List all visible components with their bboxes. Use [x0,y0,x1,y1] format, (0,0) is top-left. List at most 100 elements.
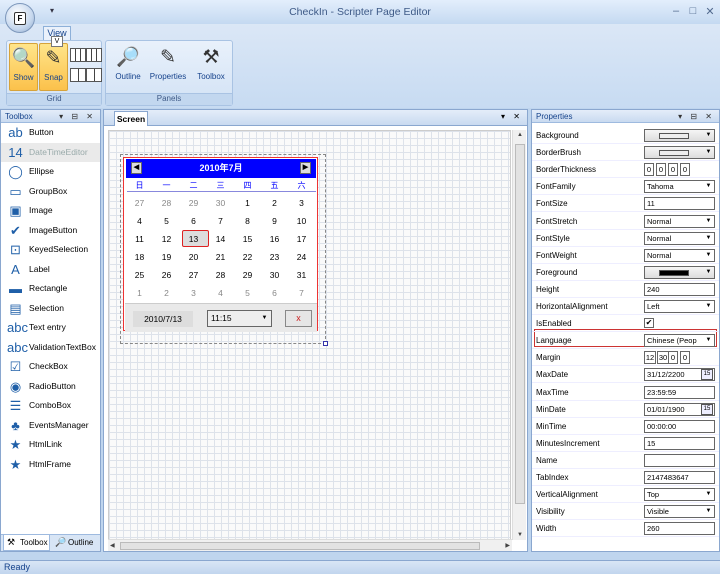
property-input[interactable]: 01/01/1900 15 [644,402,715,416]
toolbox-item-imagebutton[interactable]: ✔ ImageButton [1,221,100,241]
calendar-day[interactable]: 13 [180,230,207,248]
scroll-up-icon[interactable]: ▲ [517,132,523,138]
calendar-day[interactable]: 30 [261,266,288,284]
calendar-day[interactable]: 29 [180,194,207,212]
document-tab-controls[interactable]: ▾ ✕ [501,112,523,121]
property-combo[interactable]: Tahoma ▼ [644,180,715,194]
property-input[interactable]: 240 [644,282,715,296]
toolbox-item-radiobutton[interactable]: ◉ RadioButton [1,377,100,397]
calendar-day[interactable]: 11 [126,230,153,248]
property-input[interactable]: 15 [644,436,715,450]
calendar-day[interactable]: 6 [180,212,207,230]
toolbox-item-htmllink[interactable]: ★ HtmlLink [1,435,100,455]
property-input[interactable]: 00:00:00 [644,419,715,433]
calendar-day[interactable]: 14 [207,230,234,248]
thickness-field[interactable]: 0 [656,163,666,177]
toolbox-item-keyedselection[interactable]: ⊡ KeyedSelection [1,240,100,260]
calendar-day[interactable]: 21 [207,248,234,266]
vertical-scroll-thumb[interactable] [515,144,525,504]
grid-style-medium-icon[interactable] [86,48,102,62]
design-canvas[interactable]: ◀ 2010年7月 ▶ 日一二三四五六 27 28 29 30 1 2 3 4 5 6 7 8 9 10 1… [108,130,511,540]
horizontal-scrollbar[interactable]: ◀ ▶ [108,539,512,551]
toolbox-item-eventsmanager[interactable]: ♣ EventsManager [1,416,100,436]
close-button[interactable]: ✕ [702,5,718,18]
thickness-field[interactable]: 0 [680,163,690,177]
vertical-scrollbar[interactable]: ▲ ▼ [512,130,526,540]
toolbox-item-combobox[interactable]: ☰ ComboBox [1,396,100,416]
toolbox-item-rectangle[interactable]: ▬ Rectangle [1,279,100,299]
toolbox-item-checkbox[interactable]: ☑ CheckBox [1,357,100,377]
calendar-day[interactable]: 19 [153,248,180,266]
maximize-button[interactable]: □ [685,5,701,17]
minimize-button[interactable]: – [668,5,684,17]
calendar-day[interactable]: 27 [126,194,153,212]
calendar-day[interactable]: 2 [261,194,288,212]
scroll-down-icon[interactable]: ▼ [517,532,523,538]
scroll-left-icon[interactable]: ◀ [110,542,115,549]
calendar-day[interactable]: 24 [288,248,315,266]
calendar-day[interactable]: 17 [288,230,315,248]
calendar-day[interactable]: 4 [126,212,153,230]
calendar-day[interactable]: 29 [234,266,261,284]
time-dropdown[interactable]: 11:15 ▼ [207,310,272,327]
property-input[interactable]: 11 [644,197,715,211]
prev-month-button[interactable]: ◀ [131,162,142,174]
calendar-icon[interactable]: 15 [701,403,713,415]
properties-pane-controls[interactable]: ▾ ⊟ ✕ [678,110,715,123]
resize-handle[interactable] [323,341,328,346]
calendar-day[interactable]: 18 [126,248,153,266]
property-input[interactable]: 23:59:59 [644,385,715,399]
property-combo[interactable]: Normal ▼ [644,248,715,262]
property-input[interactable]: 2147483647 [644,471,715,484]
snap-grid-button[interactable]: ✎ Snap [39,43,68,91]
calendar-day[interactable]: 12 [153,230,180,248]
brush-picker[interactable]: ▼ [644,146,715,160]
next-month-button[interactable]: ▶ [300,162,311,174]
toolbox-item-validationtextbox[interactable]: abc ValidationTextBox [1,338,100,358]
calendar-day[interactable]: 5 [234,284,261,302]
thickness-field[interactable]: 0 [668,351,678,365]
calendar-day[interactable]: 27 [180,266,207,284]
toolbox-item-htmlframe[interactable]: ★ HtmlFrame [1,455,100,475]
tab-toolbox[interactable]: ⚒ Toolbox [3,535,50,551]
calendar-day[interactable]: 7 [207,212,234,230]
calendar-day[interactable]: 25 [126,266,153,284]
calendar-day[interactable]: 8 [234,212,261,230]
calendar-day[interactable]: 10 [288,212,315,230]
grid-style-large-icon[interactable] [86,68,102,82]
clear-button[interactable]: x [285,310,312,327]
calendar-day[interactable]: 1 [234,194,261,212]
calendar-day[interactable]: 9 [261,212,288,230]
scroll-right-icon[interactable]: ▶ [505,542,510,549]
thickness-field[interactable]: 0 [680,351,690,365]
calendar-icon[interactable]: 15 [701,369,713,381]
thickness-field[interactable]: 12 [644,351,656,365]
property-input[interactable] [644,453,715,467]
toolbox-item-ellipse[interactable]: ◯ Ellipse [1,162,100,182]
show-grid-button[interactable]: 🔍 Show [9,43,38,91]
calendar-day[interactable]: 4 [207,284,234,302]
grid-style-coarse-icon[interactable] [70,68,86,82]
grid-style-dense-icon[interactable] [70,48,86,62]
calendar-day[interactable]: 31 [288,266,315,284]
property-combo[interactable]: Top ▼ [644,488,715,502]
brush-picker[interactable]: ▼ [644,129,715,142]
calendar-day[interactable]: 5 [153,212,180,230]
selection-outline[interactable]: ◀ 2010年7月 ▶ 日一二三四五六 27 28 29 30 1 2 3 4 5 6 7 8 9 10 1… [120,154,328,346]
calendar-day[interactable]: 22 [234,248,261,266]
brush-picker[interactable]: ▼ [644,265,715,279]
property-combo[interactable]: Normal ▼ [644,231,715,245]
calendar-day[interactable]: 2 [153,284,180,302]
horizontal-scroll-thumb[interactable] [120,542,480,550]
toolbox-item-image[interactable]: ▣ Image [1,201,100,221]
calendar-day[interactable]: 30 [207,194,234,212]
property-combo[interactable]: Normal ▼ [644,214,715,228]
calendar-day[interactable]: 1 [126,284,153,302]
properties-button[interactable]: ✎ Properties [148,43,188,91]
checkbox[interactable]: ✔ [644,318,654,329]
calendar-day[interactable]: 26 [153,266,180,284]
application-menu-button[interactable]: F [5,3,35,33]
calendar-day[interactable]: 16 [261,230,288,248]
calendar-day[interactable]: 3 [180,284,207,302]
calendar-day[interactable]: 15 [234,230,261,248]
